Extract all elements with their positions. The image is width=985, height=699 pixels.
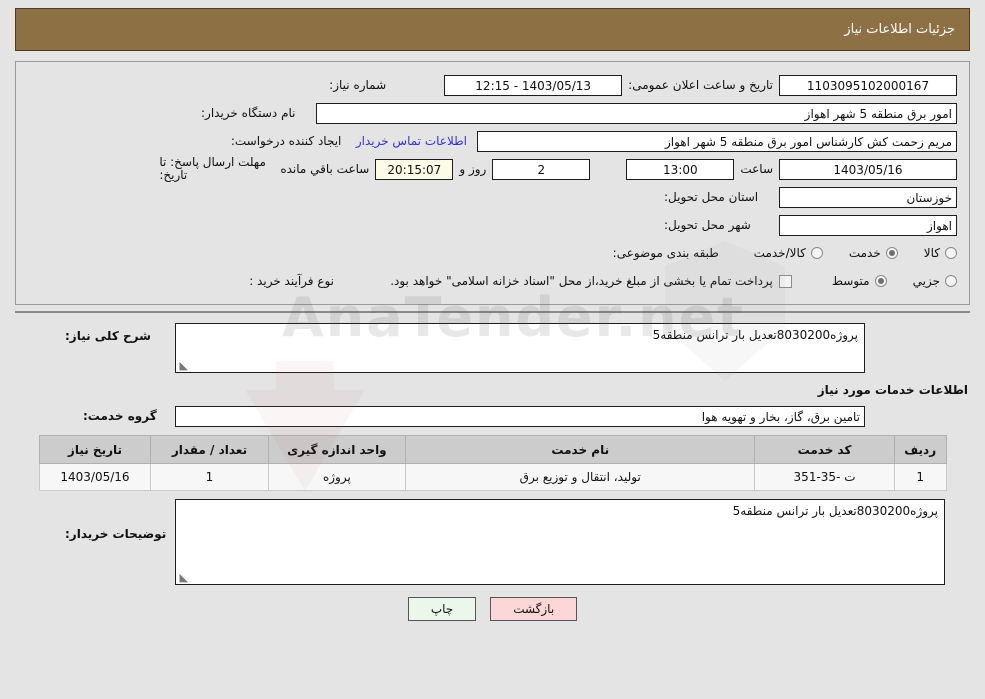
col-header-radif: ردیف [893, 435, 947, 464]
category-option-khedmat[interactable]: خدمت [849, 246, 898, 260]
cell-unit: پروژه [267, 463, 407, 491]
public-announce-field[interactable]: 1403/05/13 - 12:15 [444, 74, 623, 96]
label-deadline: مهلت ارسال پاسخ: تا تاریخ: [159, 155, 266, 182]
process-option-jozei[interactable]: جزیي [913, 274, 957, 288]
radio-icon-kala-khedmat[interactable] [810, 247, 823, 259]
print-button[interactable]: چاپ [407, 597, 477, 621]
cell-qty: 1 [150, 463, 269, 491]
category-option-kala-khedmat-label: کالا/خدمت [753, 246, 806, 260]
col-header-name: نام خدمت [405, 435, 756, 464]
need-number-field[interactable]: 1103095102000167 [779, 74, 957, 96]
row-buyer-org: نام دستگاه خریدار: امور برق منطقه 5 شهر … [28, 100, 957, 126]
treasury-checkbox[interactable] [778, 274, 792, 288]
label-creator: ایجاد کننده درخواست: [230, 134, 342, 148]
process-option-motavaset[interactable]: متوسط [832, 274, 887, 288]
col-header-code: کد خدمت [754, 435, 895, 464]
services-table: ردیف کد خدمت نام خدمت واحد اندازه گیری ت… [38, 435, 947, 491]
process-option-motavaset-label: متوسط [831, 274, 870, 288]
label-deadline-time: ساعت [740, 162, 773, 176]
label-public-announce: تاریخ و ساعت اعلان عمومی: [628, 78, 773, 92]
process-option-jozei-label: جزیي [912, 274, 940, 288]
description-textarea[interactable]: پروژه8030200تعدیل بار ترانس منطقه5 ◣ [175, 323, 865, 373]
creator-field[interactable]: مریم زحمت کش کارشناس امور برق منطقه 5 شه… [477, 130, 957, 152]
cell-code: ت -35-351 [754, 463, 895, 491]
category-option-kala-khedmat[interactable]: کالا/خدمت [754, 246, 823, 260]
label-need-number: شماره نیاز: [329, 78, 387, 92]
col-header-unit: واحد اندازه گیری [267, 435, 407, 464]
footer-actions: بازگشت چاپ [0, 597, 985, 621]
summary-panel: شماره نیاز: 1103095102000167 تاریخ و ساع… [15, 61, 970, 305]
remaining-days-field[interactable]: 2 [492, 158, 591, 180]
services-section-title: اطلاعات خدمات مورد نیاز [817, 383, 968, 397]
table-row[interactable]: 1 ت -35-351 تولید، انتقال و توزیع برق پر… [38, 463, 947, 491]
label-category: طبقه بندی موضوعی: [612, 246, 719, 260]
radio-icon-jozei[interactable] [945, 275, 957, 287]
deadline-time-field[interactable]: 13:00 [626, 158, 735, 180]
page-header: جزئیات اطلاعات نیاز [15, 8, 970, 51]
label-description: شرح کلی نیاز: [65, 329, 151, 343]
row-creator: ایجاد کننده درخواست: مریم زحمت کش کارشنا… [28, 128, 957, 154]
radio-icon-kala[interactable] [945, 247, 957, 259]
row-need-number: شماره نیاز: 1103095102000167 تاریخ و ساع… [28, 72, 957, 98]
back-button[interactable]: بازگشت [490, 597, 578, 621]
label-buyer-org: نام دستگاه خریدار: [201, 106, 296, 120]
label-buyer-notes: توضیحات خریدار: [65, 527, 167, 541]
row-city: شهر محل تحویل: اهواز [28, 212, 957, 238]
row-province: استان محل تحویل: خوزستان [28, 184, 957, 210]
category-radio-group: کالا خدمت کالا/خدمت [728, 246, 957, 260]
page-title: جزئیات اطلاعات نیاز [844, 22, 955, 37]
radio-icon-khedmat[interactable] [885, 247, 898, 259]
purchase-process-radio-group: جزیي متوسط [806, 274, 957, 288]
description-value: پروژه8030200تعدیل بار ترانس منطقه5 [652, 328, 858, 342]
row-service-group: گروه خدمت: تامین برق، گاز، بخار و تهویه … [15, 403, 970, 429]
table-header-row: ردیف کد خدمت نام خدمت واحد اندازه گیری ت… [38, 435, 947, 464]
cell-name: تولید، انتقال و توزیع برق [405, 463, 756, 491]
col-header-qty: تعداد / مقدار [150, 435, 269, 464]
buyer-org-field[interactable]: امور برق منطقه 5 شهر اهواز [316, 102, 957, 124]
row-buyer-notes: توضیحات خریدار: پروژه8030200تعدیل بار تر… [15, 499, 970, 585]
details-panel: شرح کلی نیاز: پروژه8030200تعدیل بار تران… [15, 323, 970, 585]
province-field[interactable]: خوزستان [779, 186, 957, 208]
row-deadline: مهلت ارسال پاسخ: تا تاریخ: 1403/05/16 سا… [28, 156, 957, 182]
city-field[interactable]: اهواز [779, 214, 957, 236]
radio-icon-motavaset[interactable] [874, 275, 887, 287]
buyer-notes-value: پروژه8030200تعدیل بار ترانس منطقه5 [732, 504, 938, 518]
resize-grip-icon[interactable]: ◣ [179, 360, 188, 371]
row-purchase-process: نوع فرآیند خرید : جزیي متوسط پرداخت تمام… [28, 268, 957, 294]
category-option-kala[interactable]: کالا [924, 246, 957, 260]
label-purchase-process: نوع فرآیند خرید : [249, 274, 335, 288]
deadline-date-field[interactable]: 1403/05/16 [779, 158, 957, 180]
category-option-kala-label: کالا [923, 246, 940, 260]
row-category: طبقه بندی موضوعی: کالا خدمت کالا/خدمت [28, 240, 957, 266]
countdown-field[interactable]: 20:15:07 [375, 158, 454, 180]
row-description: شرح کلی نیاز: پروژه8030200تعدیل بار تران… [15, 323, 970, 373]
service-group-field[interactable]: تامین برق، گاز، بخار و تهویه هوا [175, 405, 865, 427]
col-header-date: تاریخ نیاز [38, 435, 152, 464]
buyer-contact-link[interactable]: اطلاعات تماس خریدار [346, 134, 477, 148]
cell-date: 1403/05/16 [38, 463, 152, 491]
cell-radif: 1 [893, 463, 947, 491]
label-province: استان محل تحویل: [664, 190, 759, 204]
resize-grip-icon-notes[interactable]: ◣ [179, 572, 188, 583]
treasury-note-label: پرداخت تمام یا بخشی از مبلغ خرید،از محل … [390, 274, 773, 288]
label-service-group: گروه خدمت: [83, 409, 157, 423]
buyer-notes-textarea[interactable]: پروژه8030200تعدیل بار ترانس منطقه5 ◣ [175, 499, 945, 585]
label-days-suffix: روز و [459, 162, 487, 176]
section-divider [15, 311, 970, 313]
label-city: شهر محل تحویل: [664, 218, 751, 232]
treasury-note-checkbox-group[interactable]: پرداخت تمام یا بخشی از مبلغ خرید،از محل … [390, 274, 792, 288]
category-option-khedmat-label: خدمت [848, 246, 881, 260]
label-countdown-suffix: ساعت باقي مانده [280, 162, 370, 176]
